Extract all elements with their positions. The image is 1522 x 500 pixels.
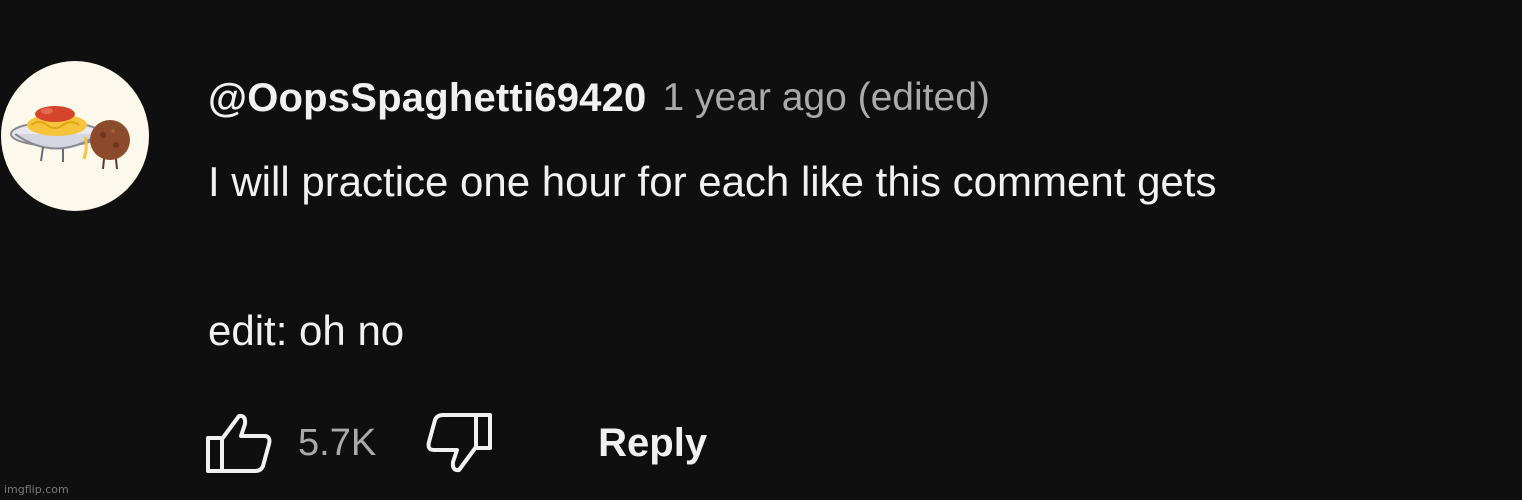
comment-header: @OopsSpaghetti69420 1 year ago (edited): [208, 70, 990, 126]
comment-text-line-1: I will practice one hour for each like t…: [208, 158, 1217, 205]
like-button[interactable]: [200, 408, 276, 478]
author-name[interactable]: @OopsSpaghetti69420: [208, 76, 647, 121]
thumbs-down-icon: [426, 413, 493, 473]
spaghetti-meatball-avatar-icon: [10, 106, 130, 170]
avatar[interactable]: [1, 61, 149, 211]
comment-action-bar: 5.7K Reply: [200, 408, 707, 478]
like-count: 5.7K: [298, 421, 377, 464]
dislike-button[interactable]: [422, 408, 498, 478]
comment-thread: @OopsSpaghetti69420 1 year ago (edited) …: [0, 0, 1522, 500]
reply-button[interactable]: Reply: [598, 421, 707, 466]
watermark-text: imgflip.com: [4, 483, 69, 496]
comment-timestamp[interactable]: 1 year ago (edited): [663, 76, 990, 120]
thumbs-up-icon: [206, 413, 272, 473]
comment-text-line-2: edit: oh no: [208, 307, 405, 354]
